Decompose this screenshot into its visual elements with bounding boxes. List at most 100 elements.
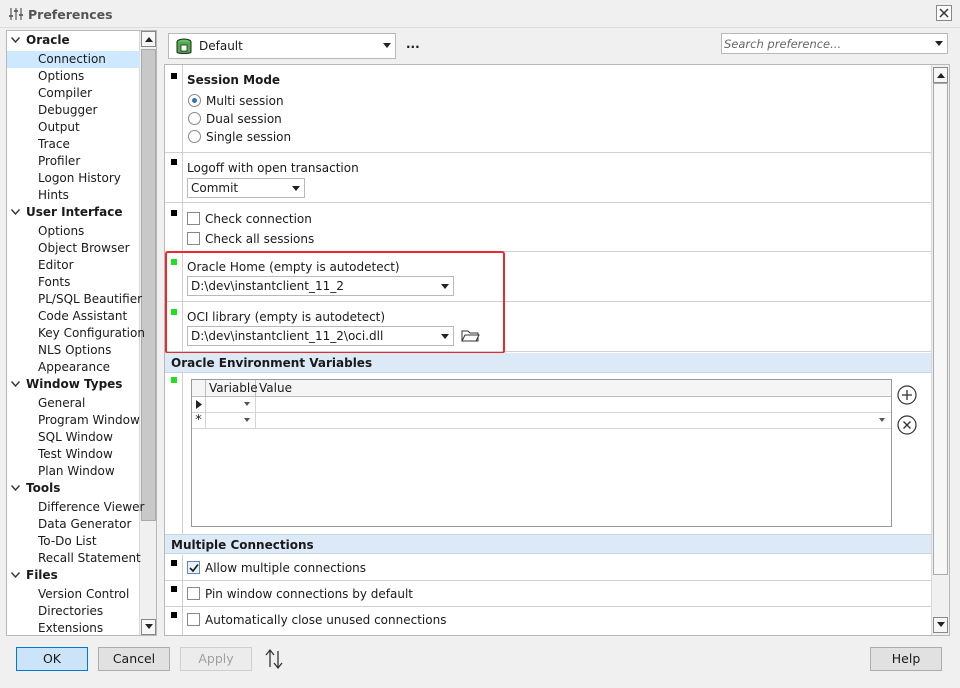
tree-item-object-browser[interactable]: Object Browser [7,240,140,257]
apply-button[interactable]: Apply [180,647,252,671]
content-scroll-up-button[interactable] [933,67,948,83]
variable-cell[interactable] [206,397,256,413]
value-cell[interactable] [256,413,891,429]
help-button[interactable]: Help [870,647,942,671]
tree-item-label: Editor [38,258,74,272]
tree-category-tools[interactable]: Tools [7,480,140,497]
tree-category-label: User Interface [26,205,123,219]
allow-multiple-connections-checkbox[interactable] [187,561,200,574]
tree-item-label: Options [38,69,85,83]
tree-item-editor[interactable]: Editor [7,257,140,274]
auto-close-connections-label: Automatically close unused connections [205,613,447,627]
arrow-up-icon [145,37,153,42]
tree-item-extensions[interactable]: Extensions [7,620,140,635]
tree-item-profiler[interactable]: Profiler [7,153,140,170]
remove-variable-button[interactable] [896,414,918,436]
preferences-tree[interactable]: Oracle Connection Options Compiler Debugger O… [6,30,157,636]
column-header-value[interactable]: Value [256,380,891,397]
sort-button[interactable] [264,648,284,673]
tree-item-output[interactable]: Output [7,119,140,136]
tree-scroll-thumb[interactable] [141,49,156,521]
arrow-down-icon [937,622,945,627]
tree-item-options[interactable]: Options [7,68,140,85]
tree-item-program-window[interactable]: Program Window [7,412,140,429]
tree-item-label: General [38,396,86,410]
tree-item-label: Profiler [38,154,81,168]
variable-cell[interactable] [206,413,256,429]
tree-item-to-do-list[interactable]: To-Do List [7,533,140,550]
profile-select[interactable]: Default [168,33,396,59]
close-button[interactable] [936,5,952,21]
tree-item-pl-sql-beautifier[interactable]: PL/SQL Beautifier [7,291,142,308]
tree-item-debugger[interactable]: Debugger [7,102,140,119]
radio-dual-session-label: Dual session [206,112,282,126]
pin-window-connections-label: Pin window connections by default [205,587,414,601]
add-variable-button[interactable] [896,384,918,406]
tree-item-options[interactable]: Options [7,223,140,240]
radio-multi-session[interactable] [188,94,201,107]
radio-multi-session-label: Multi session [206,94,284,108]
content-scroll-thumb[interactable] [933,83,948,575]
tree-category-files[interactable]: Files [7,567,140,584]
tree-item-label: Compiler [38,86,93,100]
tree-item-version-control[interactable]: Version Control [7,586,140,603]
tree-item-compiler[interactable]: Compiler [7,85,140,102]
search-preference-field[interactable] [721,33,948,54]
auto-close-group: Automatically close unused connections [165,607,932,635]
preferences-toolbar: Default ... [166,30,952,62]
search-preference-input[interactable] [724,36,928,51]
cancel-button[interactable]: Cancel [98,647,170,671]
tree-item-directories[interactable]: Directories [7,603,140,620]
pin-window-group: Pin window connections by default [165,581,932,607]
tree-item-general[interactable]: General [7,395,140,412]
tree-item-difference-viewer[interactable]: Difference Viewer [7,499,144,516]
tree-category-window-types[interactable]: Window Types [7,376,140,393]
tree-item-nls-options[interactable]: NLS Options [7,342,140,359]
tree-item-trace[interactable]: Trace [7,136,140,153]
tree-scroll-up-button[interactable] [141,31,156,47]
tree-category-oracle[interactable]: Oracle [7,32,140,49]
value-cell[interactable] [256,397,891,413]
check-all-sessions-checkbox[interactable] [187,232,200,245]
tree-item-code-assistant[interactable]: Code Assistant [7,308,140,325]
title-bar: Preferences [0,0,960,28]
table-row[interactable] [192,397,891,413]
tree-category-user-interface[interactable]: User Interface [7,204,140,221]
tree-item-label: NLS Options [38,343,112,357]
tree-category-label: Window Types [26,377,123,391]
check-connection-checkbox[interactable] [187,212,200,225]
tree-item-label: Program Window [38,413,140,427]
auto-close-connections-checkbox[interactable] [187,613,200,626]
radio-dual-session[interactable] [188,112,201,125]
tree-item-sql-window[interactable]: SQL Window [7,429,140,446]
new-table-row[interactable]: * [192,413,891,429]
tree-item-label: SQL Window [38,430,113,444]
highlight-box [165,251,505,354]
tree-item-test-window[interactable]: Test Window [7,446,140,463]
tree-item-recall-statement[interactable]: Recall Statement [7,550,141,567]
tree-scroll-down-button[interactable] [141,619,156,635]
tree-item-label: Plan Window [38,464,115,478]
content-scrollbar[interactable] [931,65,949,635]
column-header-variable[interactable]: Variable [206,380,258,397]
tree-item-data-generator[interactable]: Data Generator [7,516,140,533]
tree-item-plan-window[interactable]: Plan Window [7,463,140,480]
env-vars-grid[interactable]: Variable Value * [191,379,892,527]
tree-item-label: Code Assistant [38,309,128,323]
tree-item-fonts[interactable]: Fonts [7,274,140,291]
tree-item-key-configuration[interactable]: Key Configuration [7,325,145,342]
logoff-label: Logoff with open transaction [187,161,359,175]
radio-single-session[interactable] [188,130,201,143]
preferences-content: Session Mode Multi session Dual session … [164,64,950,636]
pin-window-connections-checkbox[interactable] [187,587,200,600]
profile-more-button[interactable]: ... [406,37,420,51]
tree-item-connection[interactable]: Connection [7,51,140,68]
content-scroll-down-button[interactable] [933,617,948,633]
tree-item-logon-history[interactable]: Logon History [7,170,140,187]
tree-item-hints[interactable]: Hints [7,187,140,204]
logoff-select[interactable]: Commit [187,178,305,198]
tree-item-appearance[interactable]: Appearance [7,359,140,376]
check-connection-group: Check connection Check all sessions [165,203,932,252]
ok-button[interactable]: OK [16,647,88,671]
arrow-up-icon [937,73,945,78]
